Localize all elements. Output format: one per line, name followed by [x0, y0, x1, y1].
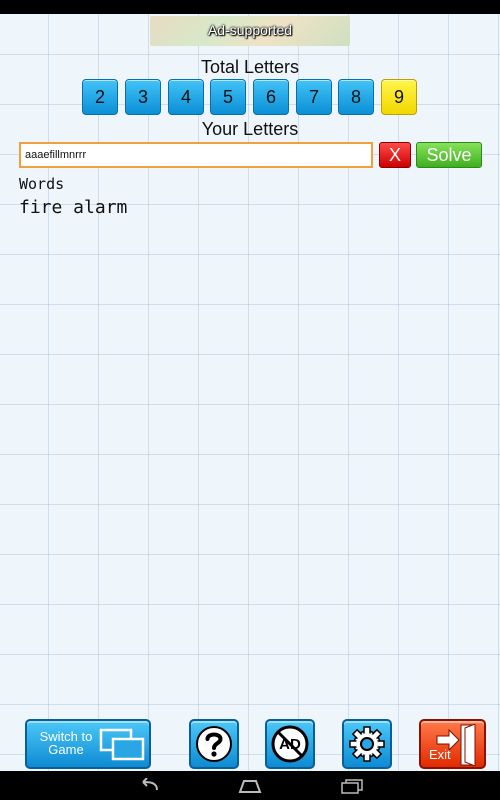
exit-button[interactable]: Exit: [419, 719, 486, 769]
recent-apps-icon[interactable]: [340, 778, 364, 794]
settings-button[interactable]: [342, 719, 392, 769]
gear-icon: [349, 726, 385, 762]
letters-input[interactable]: [19, 142, 373, 168]
ad-label: Ad-supported: [207, 22, 293, 38]
switch-to-game-button[interactable]: Switch to Game: [25, 719, 151, 769]
status-bar: [0, 0, 500, 14]
help-button[interactable]: [189, 719, 239, 769]
navigation-bar: [0, 771, 500, 800]
total-letters-label: Total Letters: [200, 57, 300, 77]
count-button-2[interactable]: 2: [82, 79, 118, 115]
words-header: Words: [19, 175, 65, 193]
solve-button[interactable]: Solve: [416, 142, 482, 168]
no-ads-icon: AD: [271, 725, 309, 763]
switch-windows-icon: [99, 728, 145, 761]
switch-to-game-label: Switch to Game: [39, 729, 93, 757]
count-button-7[interactable]: 7: [296, 79, 332, 115]
exit-label: Exit: [429, 747, 451, 762]
question-mark-icon: [196, 726, 232, 762]
count-button-8[interactable]: 8: [338, 79, 374, 115]
count-button-6[interactable]: 6: [253, 79, 289, 115]
count-button-5[interactable]: 5: [210, 79, 246, 115]
back-icon[interactable]: [137, 778, 161, 794]
count-button-9[interactable]: 9: [381, 79, 417, 115]
words-list: fire alarm: [19, 197, 127, 219]
count-button-3[interactable]: 3: [125, 79, 161, 115]
no-ads-button[interactable]: AD: [265, 719, 315, 769]
word-item[interactable]: fire alarm: [19, 197, 127, 219]
your-letters-label: Your Letters: [201, 119, 299, 139]
home-icon[interactable]: [238, 778, 262, 794]
ad-banner[interactable]: Ad-supported: [150, 16, 350, 46]
clear-button[interactable]: X: [379, 142, 411, 168]
count-button-4[interactable]: 4: [168, 79, 204, 115]
